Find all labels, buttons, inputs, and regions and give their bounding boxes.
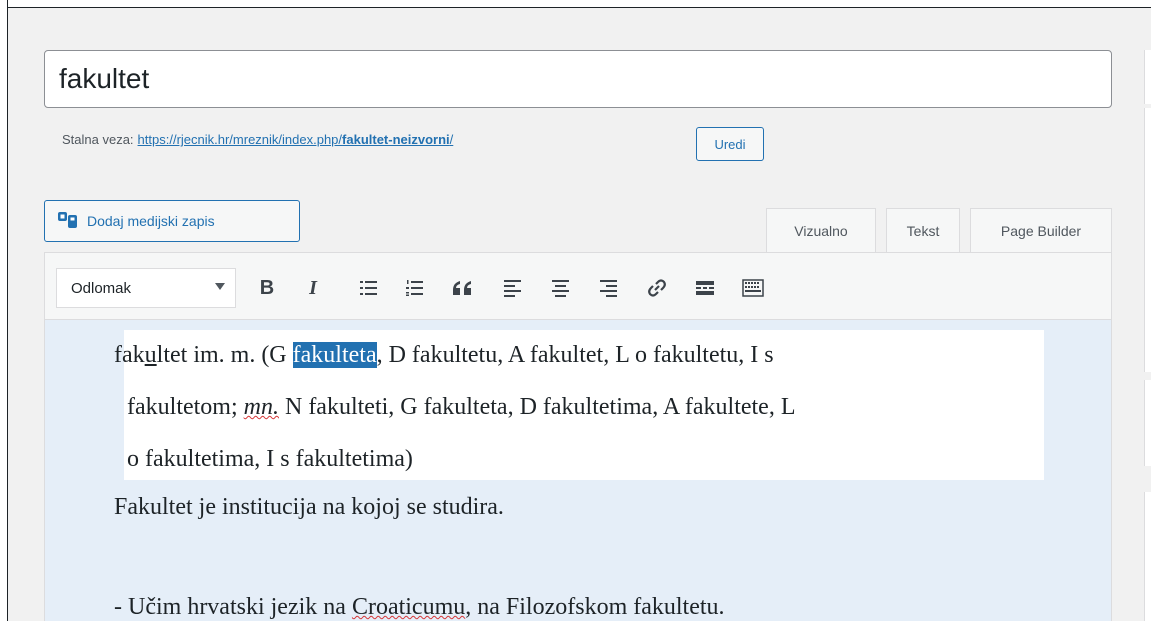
sidebar-edge xyxy=(1144,50,1151,621)
align-center-icon[interactable] xyxy=(544,270,578,306)
paragraph-format-select[interactable]: Odlomak xyxy=(56,268,236,308)
format-select-value: Odlomak xyxy=(71,279,132,297)
content-line-4: Fakultet je institucija na kojoj se stud… xyxy=(114,494,504,520)
media-icon xyxy=(57,211,79,231)
post-title-input[interactable]: fakultet xyxy=(44,50,1112,108)
permalink-slug: fakultet-neizvorni xyxy=(342,132,450,147)
edit-permalink-button[interactable]: Uredi xyxy=(696,127,764,161)
bullet-list-icon[interactable] xyxy=(352,270,386,306)
permalink-link[interactable]: https://rjecnik.hr/mreznik/index.php/fak… xyxy=(138,132,454,147)
link-icon[interactable] xyxy=(640,270,674,306)
content-line-5: - Učim hrvatski jezik na Croaticumu, na … xyxy=(114,594,725,620)
blockquote-icon[interactable] xyxy=(446,270,480,306)
tab-page-builder[interactable]: Page Builder xyxy=(970,208,1112,252)
content-line-3: o fakultetima, I s fakultetima) xyxy=(127,446,413,472)
window-top-border xyxy=(0,0,1151,8)
align-right-icon[interactable] xyxy=(592,270,626,306)
bold-icon[interactable]: B xyxy=(250,270,284,306)
window-left-border xyxy=(0,0,8,621)
selected-text: fakulteta xyxy=(292,342,377,368)
toolbar-toggle-icon[interactable] xyxy=(736,270,770,306)
sidebar-divider xyxy=(1144,104,1151,108)
add-media-label: Dodaj medijski zapis xyxy=(87,213,215,229)
numbered-list-icon[interactable] xyxy=(398,270,432,306)
read-more-icon[interactable] xyxy=(688,270,722,306)
sidebar-divider xyxy=(1144,372,1151,380)
tab-text[interactable]: Tekst xyxy=(886,208,960,252)
add-media-button[interactable]: Dodaj medijski zapis xyxy=(44,200,300,242)
content-line-1: fakultet im. m. (G fakulteta, D fakultet… xyxy=(114,342,774,368)
align-left-icon[interactable] xyxy=(496,270,530,306)
permalink-label: Stalna veza: xyxy=(62,132,134,147)
spell-error-mn: mn. xyxy=(243,394,279,420)
sidebar-divider xyxy=(1144,466,1151,492)
spell-error-croaticumu: Croaticumu xyxy=(351,594,466,620)
content-line-2: fakultetom; mn. N fakulteti, G fakulteta… xyxy=(127,394,796,420)
italic-icon[interactable]: I xyxy=(296,270,330,306)
chevron-down-icon xyxy=(215,283,225,290)
tab-visual[interactable]: Vizualno xyxy=(766,208,876,252)
permalink-row: Stalna veza: https://rjecnik.hr/mreznik/… xyxy=(62,132,453,147)
